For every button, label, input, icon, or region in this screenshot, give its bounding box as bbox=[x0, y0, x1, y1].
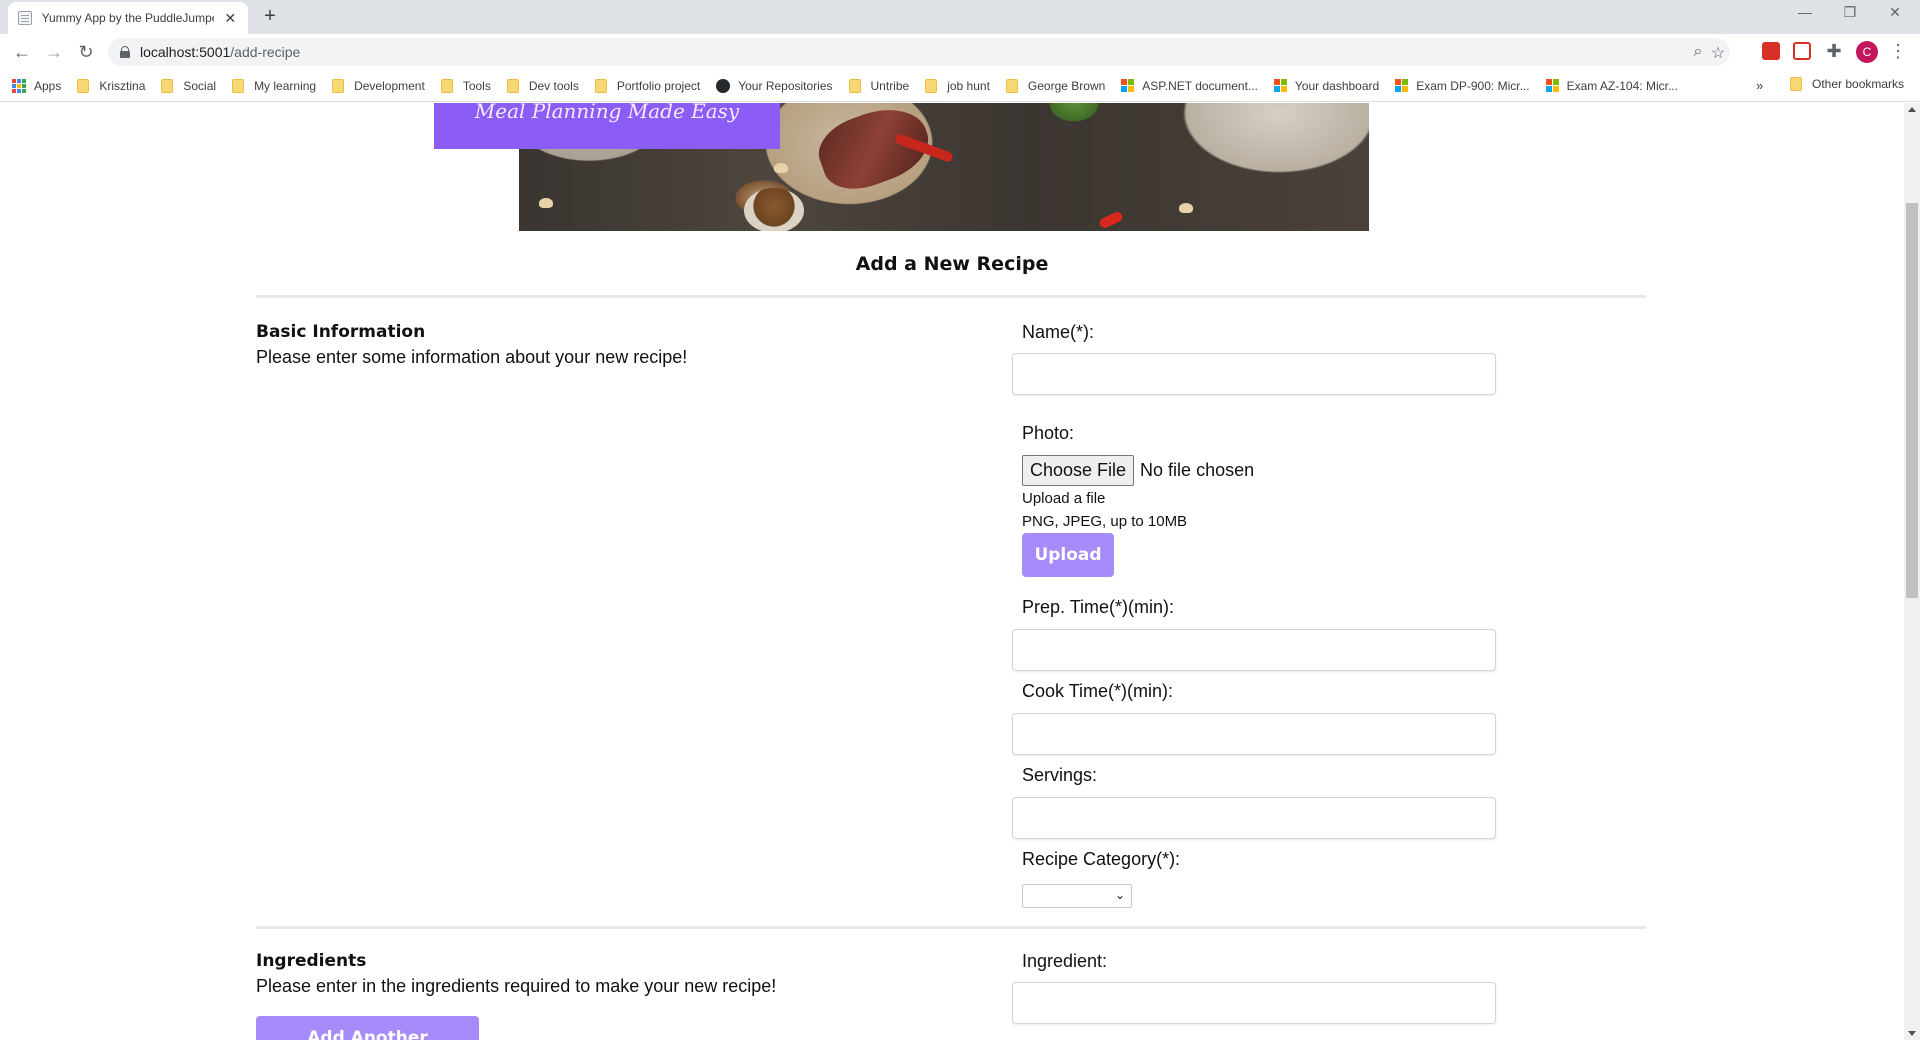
bookmark-folder[interactable]: George Brown bbox=[1005, 78, 1105, 93]
file-status: No file chosen bbox=[1140, 460, 1255, 480]
bookmark-ms[interactable]: ASP.NET document... bbox=[1121, 79, 1258, 93]
section-divider bbox=[256, 295, 1646, 298]
back-icon[interactable]: ← bbox=[10, 40, 34, 64]
format-hint: PNG, JPEG, up to 10MB bbox=[1022, 513, 1188, 530]
name-input[interactable] bbox=[1012, 353, 1496, 395]
name-label: Name(*): bbox=[1022, 322, 1095, 342]
bookmark-apps[interactable]: Apps bbox=[12, 78, 61, 93]
minimize-icon[interactable]: — bbox=[1785, 4, 1825, 20]
folder-icon bbox=[594, 78, 607, 93]
prep-time-input[interactable] bbox=[1012, 629, 1496, 671]
folder-icon bbox=[232, 78, 245, 93]
browser-tab[interactable]: Yummy App by the PuddleJumpers ✕ bbox=[8, 2, 248, 34]
apps-grid-icon bbox=[12, 78, 26, 93]
recipe-category-label: Recipe Category(*): bbox=[1022, 849, 1181, 869]
bookmark-ms[interactable]: Exam AZ-104: Micr... bbox=[1545, 79, 1678, 93]
tab-strip: Yummy App by the PuddleJumpers ✕ + — ❐ ✕ bbox=[0, 0, 1920, 34]
bookmark-folder[interactable]: Untribe bbox=[848, 78, 909, 93]
new-tab-icon[interactable]: + bbox=[260, 6, 280, 26]
profile-avatar[interactable]: C bbox=[1856, 41, 1878, 63]
basic-info-description: Please enter some information about your… bbox=[256, 347, 688, 367]
restore-icon[interactable]: ❐ bbox=[1830, 4, 1870, 21]
folder-icon bbox=[440, 78, 453, 93]
page-content: Meal Planning Made Easy Add a New Recipe… bbox=[0, 103, 1904, 1040]
bookmark-folder[interactable]: Tools bbox=[440, 78, 491, 93]
microsoft-icon bbox=[1545, 79, 1559, 92]
file-picker: Choose File No file chosen bbox=[1022, 455, 1254, 486]
photo-label: Photo: bbox=[1022, 423, 1075, 443]
url-text: localhost:5001/add-recipe bbox=[140, 44, 301, 60]
folder-icon bbox=[161, 78, 174, 93]
bookmark-folder[interactable]: Social bbox=[161, 78, 216, 93]
folder-icon bbox=[1790, 77, 1802, 91]
microsoft-icon bbox=[1273, 79, 1287, 92]
bookmark-star-icon[interactable]: ☆ bbox=[1708, 43, 1728, 63]
basic-info-heading: Basic Information bbox=[256, 322, 426, 342]
zoom-icon[interactable]: ⌕ bbox=[1688, 43, 1708, 61]
bookmark-folder[interactable]: My learning bbox=[232, 78, 316, 93]
window-close-icon[interactable]: ✕ bbox=[1875, 4, 1915, 21]
menu-kebab-icon[interactable]: ⋮ bbox=[1886, 39, 1910, 63]
bookmark-ms[interactable]: Your dashboard bbox=[1273, 79, 1379, 93]
bookmark-github[interactable]: Your Repositories bbox=[716, 78, 833, 93]
chevron-down-icon: ⌄ bbox=[1114, 888, 1125, 902]
section-divider bbox=[256, 926, 1646, 929]
more-bookmarks-icon[interactable]: » bbox=[1756, 78, 1763, 93]
choose-file-button[interactable]: Choose File bbox=[1022, 455, 1135, 486]
address-bar[interactable]: localhost:5001/add-recipe ⌕ ☆ bbox=[108, 38, 1730, 66]
close-tab-icon[interactable]: ✕ bbox=[222, 10, 238, 27]
folder-icon bbox=[332, 78, 345, 93]
folder-icon bbox=[506, 78, 519, 93]
extension-red-icon[interactable] bbox=[1762, 42, 1780, 60]
scroll-down-icon[interactable] bbox=[1908, 1031, 1916, 1036]
brand-banner: Meal Planning Made Easy bbox=[434, 103, 780, 149]
bookmark-folder[interactable]: Development bbox=[332, 78, 425, 93]
prep-time-label: Prep. Time(*)(min): bbox=[1022, 597, 1175, 617]
page-title: Add a New Recipe bbox=[855, 253, 1049, 275]
extensions-puzzle-icon[interactable]: ✚ bbox=[1822, 39, 1846, 63]
forward-icon[interactable]: → bbox=[42, 40, 66, 64]
scroll-up-icon[interactable] bbox=[1908, 107, 1916, 112]
brand-tagline: Meal Planning Made Easy bbox=[474, 103, 740, 123]
folder-icon bbox=[925, 78, 938, 93]
bookmark-folder[interactable]: Portfolio project bbox=[594, 78, 700, 93]
lock-icon[interactable] bbox=[120, 46, 130, 58]
bookmarks-bar: Apps Krisztina Social My learning Develo… bbox=[0, 70, 1920, 102]
bookmark-ms[interactable]: Exam DP-900: Micr... bbox=[1395, 79, 1530, 93]
upload-hint: Upload a file bbox=[1022, 490, 1106, 507]
servings-label: Servings: bbox=[1022, 765, 1098, 785]
scroll-thumb[interactable] bbox=[1906, 203, 1918, 598]
microsoft-icon bbox=[1395, 79, 1409, 92]
cook-time-label: Cook Time(*)(min): bbox=[1022, 681, 1174, 701]
ingredients-description: Please enter in the ingredients required… bbox=[256, 976, 777, 996]
page-scrollbar[interactable] bbox=[1904, 103, 1920, 1040]
tab-title: Yummy App by the PuddleJumpers bbox=[41, 11, 215, 25]
microsoft-icon bbox=[1121, 79, 1135, 92]
bookmark-folder[interactable]: Krisztina bbox=[77, 78, 145, 93]
github-icon bbox=[716, 78, 731, 93]
upload-button[interactable]: Upload bbox=[1022, 533, 1114, 577]
ingredient-input[interactable] bbox=[1012, 982, 1496, 1024]
add-ingredient-button[interactable]: Add Another Ingredient bbox=[256, 1016, 479, 1040]
servings-input[interactable] bbox=[1012, 797, 1496, 839]
reload-icon[interactable]: ↻ bbox=[74, 40, 98, 64]
recipe-category-select[interactable]: ⌄ bbox=[1022, 884, 1132, 908]
ingredient-label: Ingredient: bbox=[1022, 951, 1108, 971]
ingredients-heading: Ingredients bbox=[256, 951, 367, 971]
folder-icon bbox=[1005, 78, 1018, 93]
pocket-extension-icon[interactable] bbox=[1793, 42, 1811, 60]
folder-icon bbox=[77, 78, 90, 93]
bookmark-folder[interactable]: Dev tools bbox=[506, 78, 579, 93]
cook-time-input[interactable] bbox=[1012, 713, 1496, 755]
folder-icon bbox=[848, 78, 861, 93]
other-bookmarks[interactable]: Other bookmarks bbox=[1790, 77, 1904, 91]
page-favicon-icon bbox=[18, 11, 32, 25]
browser-toolbar: ← → ↻ localhost:5001/add-recipe ⌕ ☆ ✚ C … bbox=[0, 34, 1920, 70]
bookmark-folder[interactable]: job hunt bbox=[925, 78, 990, 93]
